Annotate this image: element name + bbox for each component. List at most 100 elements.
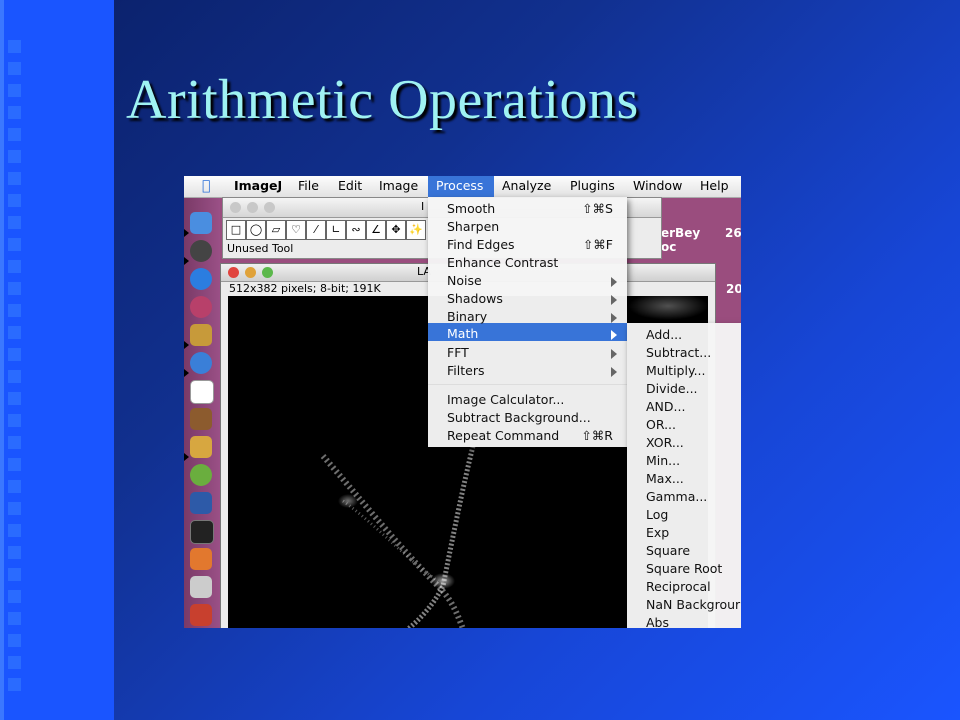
math-item-abs[interactable]: Abs [646,615,669,628]
rectangle-tool-icon[interactable]: □ [226,220,246,240]
shortcut-smooth: ⇧⌘S [582,201,613,216]
math-item-and[interactable]: AND... [646,399,685,414]
matlab-icon[interactable] [190,548,212,570]
math-item-xor[interactable]: XOR... [646,435,684,450]
desktop-label: erBey [661,226,701,240]
finder-icon[interactable] [190,212,212,234]
mail-icon[interactable] [190,324,212,346]
zoom-button[interactable] [262,267,273,278]
internet-explorer-icon[interactable] [190,268,212,290]
menu-plugins[interactable]: Plugins [570,178,615,193]
math-item-nan-background[interactable]: NaN Backgrour [646,597,740,612]
minimize-button[interactable] [245,267,256,278]
menu-help[interactable]: Help [700,178,729,193]
menu-item-image-calculator[interactable]: Image Calculator... [447,392,564,407]
dock-running-indicator [184,341,189,349]
imagej-screenshot:  ImageJ File Edit Image Process Analyze… [184,176,741,628]
menu-item-fft[interactable]: FFT [447,345,469,360]
app-icon-nine[interactable] [190,604,212,626]
wand-tool-icon[interactable]: ✨ [406,220,426,240]
band-square [8,414,21,427]
menu-item-sharpen[interactable]: Sharpen [447,219,499,234]
dock-running-indicator [184,257,189,265]
iphoto-icon[interactable] [190,408,212,430]
math-item-log[interactable]: Log [646,507,668,522]
apple-menu-icon[interactable]:  [202,178,210,194]
image-info: 512x382 pixels; 8-bit; 191K [229,282,381,295]
band-square [8,238,21,251]
menu-item-math[interactable]: Math [447,326,478,341]
band-square [8,634,21,647]
band-square [8,194,21,207]
menu-item-shadows[interactable]: Shadows [447,291,503,306]
menu-item-smooth[interactable]: Smooth [447,201,495,216]
math-item-gamma[interactable]: Gamma... [646,489,707,504]
terminal-icon[interactable] [190,520,214,544]
band-square [8,656,21,669]
math-item-multiply[interactable]: Multiply... [646,363,706,378]
crosshair-tool-icon[interactable]: ✥ [386,220,406,240]
band-square [8,678,21,691]
minimize-button[interactable] [247,202,258,213]
band-square [8,304,21,317]
menu-window[interactable]: Window [633,178,682,193]
math-item-square-root[interactable]: Square Root [646,561,722,576]
menu-item-filters[interactable]: Filters [447,363,484,378]
math-item-reciprocal[interactable]: Reciprocal [646,579,711,594]
safari-icon[interactable] [190,352,212,374]
desktop-label: oc [661,240,677,254]
close-button[interactable] [230,202,241,213]
desktop-label: 26 [725,226,741,240]
math-item-subtract[interactable]: Subtract... [646,345,711,360]
oval-tool-icon[interactable]: ◯ [246,220,266,240]
angle-tool-icon[interactable]: ∠ [366,220,386,240]
band-square [8,106,21,119]
dock-running-indicator [184,453,189,461]
menu-process[interactable]: Process [436,178,483,193]
math-item-divide[interactable]: Divide... [646,381,698,396]
shortcut-repeat-command: ⇧⌘R [581,428,613,443]
freehand-tool-icon[interactable]: ♡ [286,220,306,240]
menu-file[interactable]: File [298,178,319,193]
desktop-label: 20 [726,282,741,296]
menu-item-binary[interactable]: Binary [447,309,487,324]
system-preferences-icon[interactable] [190,576,212,598]
segmented-line-tool-icon[interactable]: ∟ [326,220,346,240]
math-item-min[interactable]: Min... [646,453,680,468]
freehand-line-tool-icon[interactable]: ∾ [346,220,366,240]
close-button[interactable] [228,267,239,278]
menu-separator [428,384,627,385]
itunes-disc-icon[interactable] [190,240,212,262]
menu-item-enhance-contrast[interactable]: Enhance Contrast [447,255,558,270]
math-item-add[interactable]: Add... [646,327,682,342]
menu-edit[interactable]: Edit [338,178,362,193]
imagej-microscope-icon[interactable] [190,436,212,458]
menu-item-noise[interactable]: Noise [447,273,482,288]
math-item-or[interactable]: OR... [646,417,676,432]
submenu-arrow-icon [611,277,617,287]
ical-icon[interactable] [190,380,214,404]
band-square [8,590,21,603]
menu-item-repeat-command[interactable]: Repeat Command [447,428,559,443]
menu-image[interactable]: Image [379,178,418,193]
band-square [8,260,21,273]
polygon-tool-icon[interactable]: ▱ [266,220,286,240]
band-square [8,612,21,625]
math-item-square[interactable]: Square [646,543,690,558]
band-square [8,150,21,163]
itunes-icon[interactable] [190,464,212,486]
band-square [8,282,21,295]
menu-item-find-edges[interactable]: Find Edges [447,237,515,252]
band-edge [0,0,4,720]
math-item-exp[interactable]: Exp [646,525,669,540]
line-tool-icon[interactable]: ⁄ [306,220,326,240]
messenger-icon[interactable] [190,296,212,318]
submenu-arrow-icon [611,295,617,305]
app-menu-imagej[interactable]: ImageJ [234,178,282,193]
imovie-icon[interactable] [190,492,212,514]
menu-item-subtract-background[interactable]: Subtract Background... [447,410,591,425]
band-square [8,216,21,229]
zoom-button[interactable] [264,202,275,213]
math-item-max[interactable]: Max... [646,471,684,486]
menu-analyze[interactable]: Analyze [502,178,551,193]
